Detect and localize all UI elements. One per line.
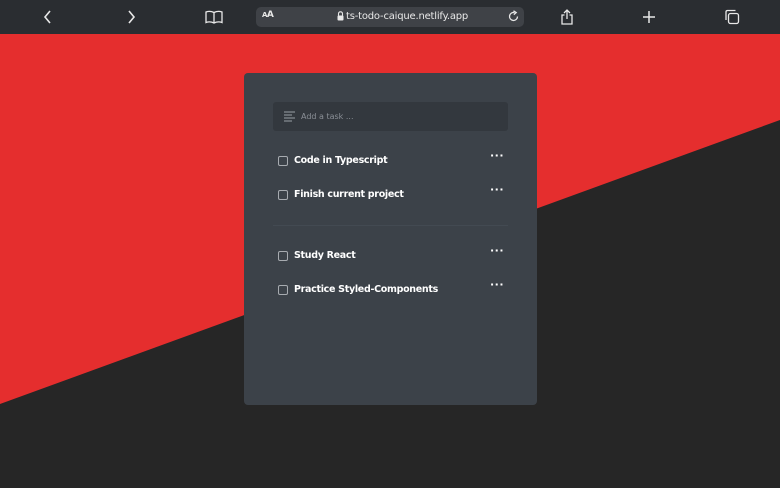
section-divider (273, 225, 508, 226)
task-label: Code in Typescript (294, 155, 388, 166)
plus-icon (643, 11, 655, 23)
back-button[interactable] (37, 7, 59, 27)
chevron-right-icon (128, 10, 136, 24)
task-item: Finish current project ··· (278, 184, 508, 205)
address-bar[interactable]: AA ts-todo-caique.netlify.app (256, 7, 524, 27)
task-checkbox[interactable] (278, 285, 288, 295)
task-checkbox[interactable] (278, 251, 288, 261)
tabs-icon (725, 9, 740, 25)
align-left-icon (284, 111, 295, 122)
todo-card: Code in Typescript ··· Finish current pr… (244, 73, 537, 405)
url-text: ts-todo-caique.netlify.app (346, 11, 469, 22)
browser-toolbar: AA ts-todo-caique.netlify.app (0, 0, 780, 34)
task-checkbox[interactable] (278, 190, 288, 200)
more-options-icon[interactable]: ··· (490, 184, 504, 195)
share-button[interactable] (556, 7, 578, 27)
bookmarks-button[interactable] (203, 7, 225, 27)
book-icon (205, 10, 223, 24)
more-options-icon[interactable]: ··· (490, 279, 504, 290)
more-options-icon[interactable]: ··· (490, 150, 504, 161)
task-label: Practice Styled-Components (294, 284, 438, 295)
add-task-field[interactable] (273, 102, 508, 131)
task-item: Code in Typescript ··· (278, 150, 508, 171)
chevron-left-icon (43, 10, 51, 24)
add-task-input[interactable] (301, 102, 501, 131)
lock-icon (337, 11, 344, 21)
text-size-large: A (266, 10, 274, 20)
reload-icon[interactable] (507, 10, 520, 23)
tabs-button[interactable] (721, 7, 743, 27)
task-item: Practice Styled-Components ··· (278, 279, 508, 300)
share-icon (561, 9, 573, 25)
forward-button[interactable] (120, 7, 142, 27)
task-checkbox[interactable] (278, 156, 288, 166)
task-label: Study React (294, 250, 356, 261)
more-options-icon[interactable]: ··· (490, 245, 504, 256)
task-item: Study React ··· (278, 245, 508, 266)
task-label: Finish current project (294, 189, 404, 200)
reader-text-size-button[interactable]: AA (262, 10, 274, 20)
new-tab-button[interactable] (638, 7, 660, 27)
